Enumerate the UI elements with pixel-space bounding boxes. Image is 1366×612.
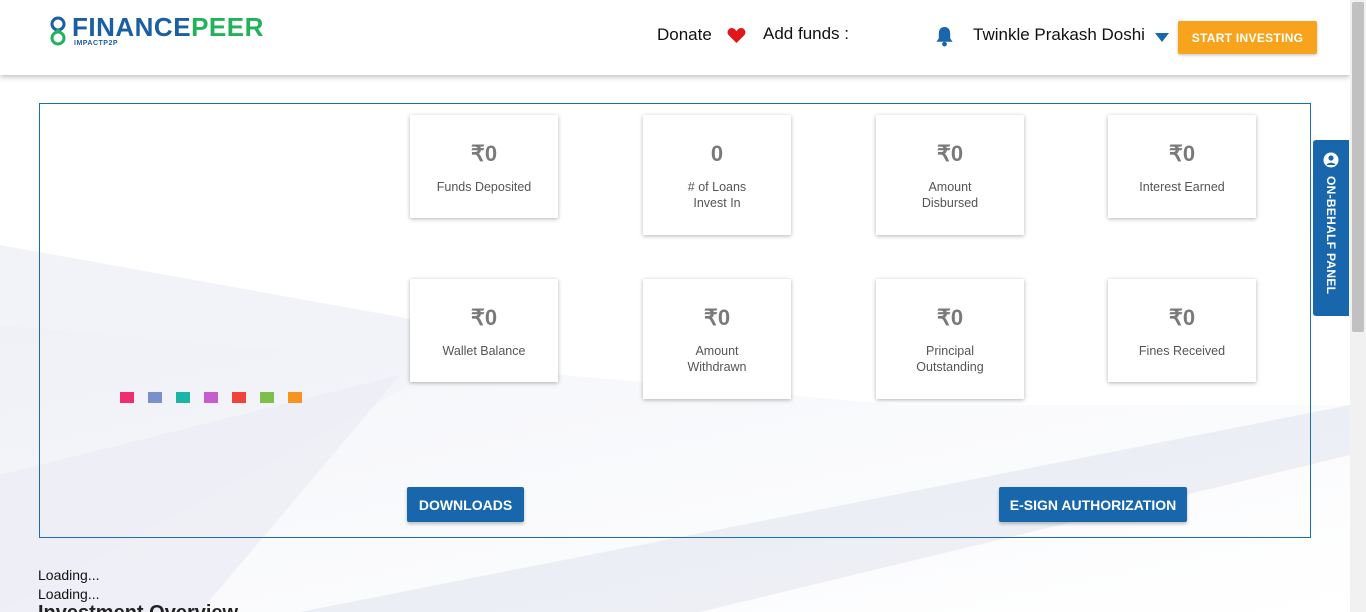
add-funds-link[interactable]: Add funds : bbox=[763, 24, 849, 44]
logo-subtitle: IMPACTP2P bbox=[74, 40, 119, 47]
stat-value: ₹0 bbox=[1168, 305, 1196, 330]
chevron-down-icon[interactable] bbox=[1155, 33, 1169, 42]
section-heading: Investment Overview bbox=[38, 602, 238, 612]
stat-value: ₹0 bbox=[470, 141, 498, 166]
logo-wordmark: FINANCEPEER bbox=[72, 12, 264, 42]
loader-dot bbox=[176, 392, 190, 403]
loader-dot bbox=[260, 392, 274, 403]
esign-authorization-button[interactable]: E-SIGN AUTHORIZATION bbox=[999, 487, 1187, 522]
stat-card-amount-withdrawn: ₹0 Amount Withdrawn bbox=[643, 279, 791, 399]
loading-text: Loading... bbox=[38, 586, 100, 602]
page-scrollbar-thumb[interactable] bbox=[1352, 2, 1364, 332]
stat-value: ₹0 bbox=[470, 305, 498, 330]
stat-card-wallet-balance: ₹0 Wallet Balance bbox=[410, 279, 558, 382]
stat-value: ₹0 bbox=[936, 141, 964, 166]
user-circle-icon bbox=[1323, 152, 1339, 168]
user-menu-name[interactable]: Twinkle Prakash Doshi bbox=[973, 25, 1145, 45]
stat-card-amount-disbursed: ₹0 Amount Disbursed bbox=[876, 115, 1024, 235]
stat-card-fines-received: ₹0 Fines Received bbox=[1108, 279, 1256, 382]
stat-label: Principal Outstanding bbox=[916, 344, 984, 374]
stat-value: ₹0 bbox=[703, 305, 731, 330]
stat-label: Amount Withdrawn bbox=[687, 344, 747, 374]
stat-label: Funds Deposited bbox=[436, 180, 532, 194]
stat-value: ₹0 bbox=[1168, 141, 1196, 166]
stat-card-interest-earned: ₹0 Interest Earned bbox=[1108, 115, 1256, 218]
stat-value: 0 bbox=[710, 141, 724, 166]
financepeer-logo[interactable]: FINANCEPEER IMPACTP2P bbox=[48, 12, 288, 52]
loader-dot bbox=[288, 392, 302, 403]
loader-dot bbox=[232, 392, 246, 403]
stat-label: Fines Received bbox=[1138, 344, 1226, 358]
logo-mark-icon bbox=[50, 16, 66, 46]
bell-icon[interactable] bbox=[935, 26, 954, 47]
stat-card-principal-outstanding: ₹0 Principal Outstanding bbox=[876, 279, 1024, 399]
stat-label: Amount Disbursed bbox=[921, 180, 979, 210]
downloads-button[interactable]: DOWNLOADS bbox=[407, 487, 524, 522]
on-behalf-panel-tab[interactable]: ON-BEHALF PANEL bbox=[1313, 140, 1349, 316]
top-navbar: FINANCEPEER IMPACTP2P Donate Add funds :… bbox=[0, 0, 1350, 75]
stat-card-funds-deposited: ₹0 Funds Deposited bbox=[410, 115, 558, 218]
loader-dot bbox=[204, 392, 218, 403]
loading-text: Loading... bbox=[38, 567, 100, 583]
heart-icon[interactable] bbox=[727, 27, 746, 44]
donate-link[interactable]: Donate bbox=[657, 25, 712, 45]
stat-label: # of Loans Invest In bbox=[687, 180, 747, 210]
start-investing-button[interactable]: START INVESTING bbox=[1178, 21, 1317, 54]
stat-card-loans-invested: 0 # of Loans Invest In bbox=[643, 115, 791, 235]
stat-label: Interest Earned bbox=[1139, 180, 1225, 194]
stat-value: ₹0 bbox=[936, 305, 964, 330]
on-behalf-panel-label: ON-BEHALF PANEL bbox=[1324, 176, 1338, 295]
stat-label: Wallet Balance bbox=[442, 344, 526, 358]
loader-dot bbox=[148, 392, 162, 403]
loader-dot bbox=[120, 392, 134, 403]
